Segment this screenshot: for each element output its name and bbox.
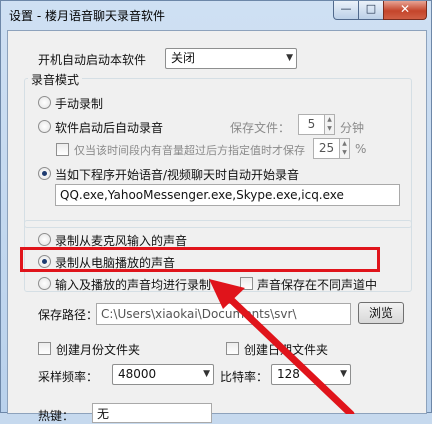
autostart-value: 关闭: [171, 51, 196, 65]
manual-record-radio[interactable]: [38, 96, 51, 109]
only-save-checkbox[interactable]: [56, 143, 69, 156]
settings-panel: 开机自动启动本软件 关闭 ▼ 录音模式 手动录制 软件启动后自动录音 保存文件：…: [7, 30, 427, 423]
both-sound-radio[interactable]: [38, 277, 51, 290]
mic-radio[interactable]: [38, 233, 51, 246]
programs-input[interactable]: QQ.exe,YahooMessenger.exe,Skype.exe,icq.…: [55, 184, 400, 206]
bitrate-label: 比特率：: [220, 370, 269, 384]
minutes-unit: 分钟: [340, 121, 365, 135]
program-voice-label: 当如下程序开始语音/视频聊天时自动开始录音: [55, 168, 300, 182]
sample-rate-value: 48000: [118, 367, 157, 381]
auto-record-radio[interactable]: [38, 120, 51, 133]
save-file-label: 保存文件：: [230, 121, 291, 135]
hotkey-input[interactable]: 无: [92, 403, 212, 423]
browse-button[interactable]: 浏览: [358, 302, 404, 324]
settings-window: 设置 - 楼月语音聊天录音软件 — □ ✕ 开机自动启动本软件 关闭 ▼ 录音模…: [0, 0, 432, 423]
date-folder-checkbox[interactable]: [226, 342, 239, 355]
month-folder-label: 创建月份文件夹: [56, 343, 141, 357]
manual-record-label: 手动录制: [55, 97, 104, 111]
only-save-label: 仅当该时间段内有音量超过后方指定值时才保存: [74, 144, 305, 157]
sample-rate-label: 采样频率：: [38, 370, 99, 384]
volume-threshold-spinner[interactable]: ▲ ▼: [339, 138, 350, 159]
chevron-down-icon: ▼: [203, 369, 210, 379]
record-mode-group-label: 录音模式: [28, 71, 83, 88]
chevron-down-icon: ▼: [286, 53, 293, 63]
autostart-select[interactable]: 关闭 ▼: [165, 48, 297, 69]
save-path-input[interactable]: C:\Users\xiaokai\Documents\svr\: [96, 303, 351, 325]
auto-record-label: 软件启动后自动录音: [55, 121, 164, 135]
maximize-button[interactable]: □: [358, 1, 384, 20]
chevron-down-icon: ▼: [340, 369, 347, 379]
bitrate-value: 128: [277, 367, 300, 381]
volume-threshold-input[interactable]: 25: [313, 138, 340, 159]
window-title: 设置 - 楼月语音聊天录音软件: [9, 9, 165, 23]
autostart-label: 开机自动启动本软件: [38, 53, 147, 67]
save-minutes-input[interactable]: 5: [298, 114, 325, 135]
bitrate-select[interactable]: 128 ▼: [271, 364, 351, 385]
minimize-button[interactable]: —: [333, 1, 359, 20]
save-minutes-spinner[interactable]: ▲ ▼: [324, 114, 335, 135]
title-bar: 设置 - 楼月语音聊天录音软件 — □ ✕: [1, 1, 431, 29]
percent-unit: %: [355, 142, 367, 156]
month-folder-checkbox[interactable]: [38, 342, 51, 355]
separate-channels-checkbox[interactable]: [240, 277, 253, 290]
date-folder-label: 创建日期文件夹: [244, 343, 329, 357]
program-voice-radio[interactable]: [38, 167, 51, 180]
close-button[interactable]: ✕: [383, 1, 427, 20]
hotkey-label: 热键：: [38, 409, 75, 423]
highlight-box: [20, 247, 380, 272]
both-sound-label: 输入及播放的声音均进行录制: [55, 278, 212, 292]
sample-rate-select[interactable]: 48000 ▼: [112, 364, 214, 385]
separate-channels-label: 声音保存在不同声道中: [257, 278, 378, 292]
save-path-label: 保存路径：: [38, 308, 99, 322]
